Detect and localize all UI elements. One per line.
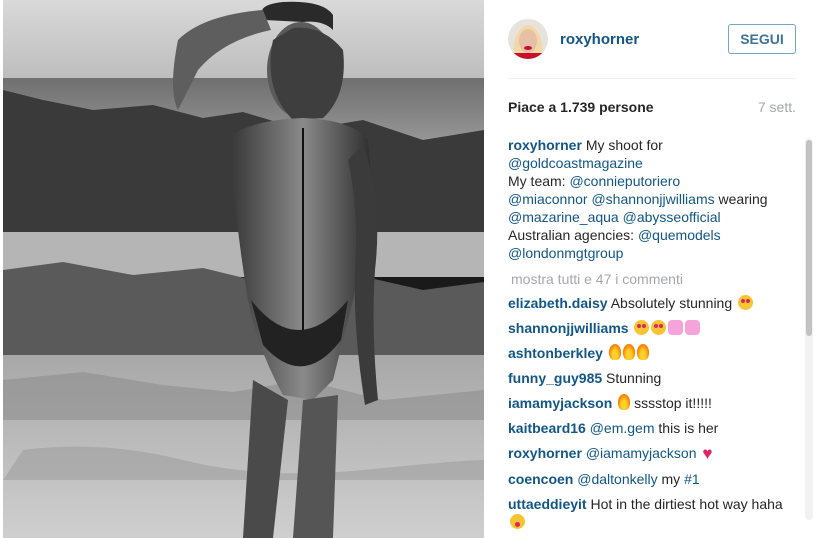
fire-icon: [608, 344, 621, 360]
comment-username[interactable]: uttaeddieyit: [508, 496, 587, 512]
post-photo[interactable]: [3, 0, 484, 538]
mention-link[interactable]: @iamamyjackson: [586, 445, 697, 461]
caption: roxyhorner My shoot for @goldcoastmagazi…: [508, 136, 793, 262]
likes-row: Piace a 1.739 persone 7 sett.: [508, 99, 796, 115]
comment-item: uttaeddieyit Hot in the dirtiest hot way…: [508, 495, 793, 531]
mention-link[interactable]: @abysseofficial: [623, 209, 721, 225]
fire-icon: [636, 344, 649, 360]
fire-icon: [618, 394, 631, 410]
heart-eyes-icon: [651, 320, 667, 335]
red-heart-icon: ♥: [702, 444, 713, 463]
pink-heart-icon: [685, 320, 701, 335]
comment-username[interactable]: iamamyjackson: [508, 395, 612, 411]
caption-text: wearing: [714, 191, 768, 207]
beach-photo-image: [3, 0, 484, 538]
comment-text: this is her: [654, 420, 719, 436]
comment-username[interactable]: shannonjjwilliams: [508, 320, 629, 336]
comment-item: elizabeth.daisy Absolutely stunning: [508, 294, 793, 312]
comment-text: Hot in the dirtiest hot way haha: [590, 496, 783, 512]
comment-username[interactable]: ashtonberkley: [508, 345, 603, 361]
comment-username[interactable]: funny_guy985: [508, 370, 602, 386]
mention-link[interactable]: @miaconnor: [508, 191, 588, 207]
fire-icon: [622, 344, 635, 360]
comment-item: iamamyjackson sssstop it!!!!!: [508, 394, 793, 412]
comment-item: coencoen @daltonkelly my #1: [508, 470, 793, 488]
tongue-icon: [510, 514, 525, 529]
mention-link[interactable]: @shannonjjwilliams: [591, 191, 714, 207]
comment-username[interactable]: coencoen: [508, 471, 573, 487]
hashtag-link[interactable]: #1: [684, 471, 700, 487]
mention-link[interactable]: @londonmgtgroup: [508, 245, 623, 261]
comment-username[interactable]: elizabeth.daisy: [508, 295, 608, 311]
divider: [508, 78, 796, 79]
avatar-image: [508, 19, 548, 59]
mention-link[interactable]: @daltonkelly: [577, 471, 657, 487]
post-time[interactable]: 7 sett.: [758, 99, 796, 115]
comment-item: roxyhorner @iamamyjackson ♥: [508, 444, 793, 463]
caption-text: My team:: [508, 173, 570, 189]
avatar[interactable]: [508, 19, 548, 59]
pink-heart-icon: [668, 320, 684, 335]
follow-button[interactable]: SEGUI: [728, 24, 796, 54]
heart-eyes-icon: [738, 295, 754, 310]
likes-count[interactable]: Piace a 1.739 persone: [508, 99, 654, 115]
post-details-panel: roxyhorner SEGUI Piace a 1.739 persone 7…: [484, 0, 821, 538]
scrollbar-thumb[interactable]: [806, 140, 812, 336]
mention-link[interactable]: @mazarine_aqua: [508, 209, 619, 225]
comment-text: Absolutely stunning: [610, 295, 733, 311]
show-all-comments-link[interactable]: mostra tutti e 47 i commenti: [511, 270, 793, 288]
post-header: roxyhorner SEGUI: [508, 16, 796, 62]
caption-username[interactable]: roxyhorner: [508, 137, 582, 153]
comment-text: sssstop it!!!!!: [634, 395, 712, 411]
comment-text: Stunning: [606, 370, 662, 386]
mention-link[interactable]: @goldcoastmagazine: [508, 155, 643, 171]
comments-scrollbar[interactable]: [805, 138, 813, 520]
comment-item: ashtonberkley: [508, 344, 793, 362]
mention-link[interactable]: @connieputoriero: [569, 173, 680, 189]
comment-username[interactable]: roxyhorner: [508, 445, 582, 461]
heart-eyes-icon: [634, 320, 650, 335]
comment-username[interactable]: kaitbeard16: [508, 420, 586, 436]
comments-list: roxyhorner My shoot for @goldcoastmagazi…: [508, 136, 793, 538]
comment-item: kaitbeard16 @em.gem this is her: [508, 419, 793, 437]
comment-item: funny_guy985 Stunning: [508, 369, 793, 387]
mention-link[interactable]: @quemodels: [638, 227, 721, 243]
caption-text: My shoot for: [585, 137, 663, 153]
comment-text: my: [657, 471, 685, 487]
post-username[interactable]: roxyhorner: [560, 31, 639, 48]
comment-item: shannonjjwilliams: [508, 319, 793, 337]
caption-text: Australian agencies:: [508, 227, 638, 243]
mention-link[interactable]: @em.gem: [590, 420, 655, 436]
